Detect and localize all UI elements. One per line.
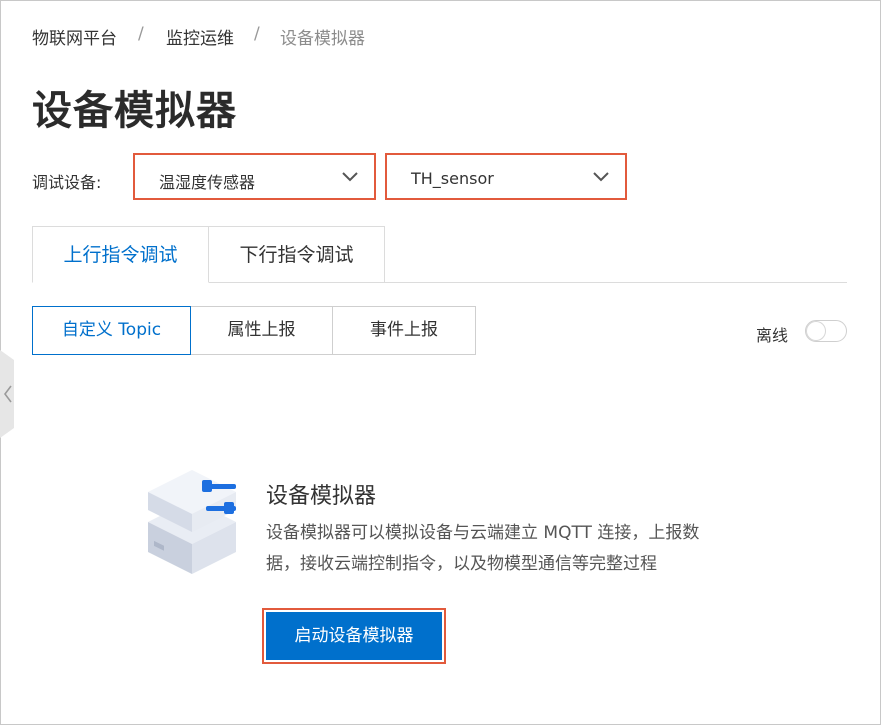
- breadcrumb-separator: /: [138, 24, 144, 44]
- connection-toggle[interactable]: [805, 320, 847, 342]
- subtab-event-report[interactable]: 事件上报: [332, 306, 476, 355]
- chevron-down-icon: [342, 172, 358, 182]
- breadcrumb-current: 设备模拟器: [280, 29, 365, 49]
- chevron-down-icon: [593, 172, 609, 182]
- connection-status-label: 离线: [756, 326, 789, 345]
- toggle-knob: [807, 322, 825, 340]
- product-select[interactable]: 温湿度传感器: [133, 153, 376, 200]
- page-title: 设备模拟器: [32, 88, 237, 134]
- breadcrumb-iot-platform[interactable]: 物联网平台: [32, 24, 117, 49]
- breadcrumb-monitoring[interactable]: 监控运维: [166, 24, 234, 49]
- start-simulator-button[interactable]: 启动设备模拟器: [266, 612, 442, 660]
- empty-state-title: 设备模拟器: [266, 484, 377, 509]
- description-line: 据，接收云端控制指令，以及物模型通信等完整过程: [266, 554, 657, 574]
- tab-uplink-debug[interactable]: 上行指令调试: [32, 226, 209, 283]
- subtab-custom-topic[interactable]: 自定义 Topic: [32, 306, 191, 355]
- description-line: 设备模拟器可以模拟设备与云端建立 MQTT 连接，上报数: [266, 523, 700, 543]
- breadcrumb-separator: /: [254, 24, 260, 44]
- device-simulator-illustration-icon: [148, 470, 236, 574]
- subtab-property-report[interactable]: 属性上报: [190, 306, 333, 355]
- collapse-handle[interactable]: [0, 350, 22, 438]
- debug-device-label: 调试设备:: [32, 173, 102, 192]
- tab-downlink-debug[interactable]: 下行指令调试: [208, 226, 385, 283]
- device-select-value: TH_sensor: [411, 169, 494, 188]
- product-select-value: 温湿度传感器: [159, 173, 256, 192]
- device-select[interactable]: TH_sensor: [385, 153, 627, 200]
- empty-state-description: 设备模拟器可以模拟设备与云端建立 MQTT 连接，上报数 据，接收云端控制指令，…: [266, 518, 756, 580]
